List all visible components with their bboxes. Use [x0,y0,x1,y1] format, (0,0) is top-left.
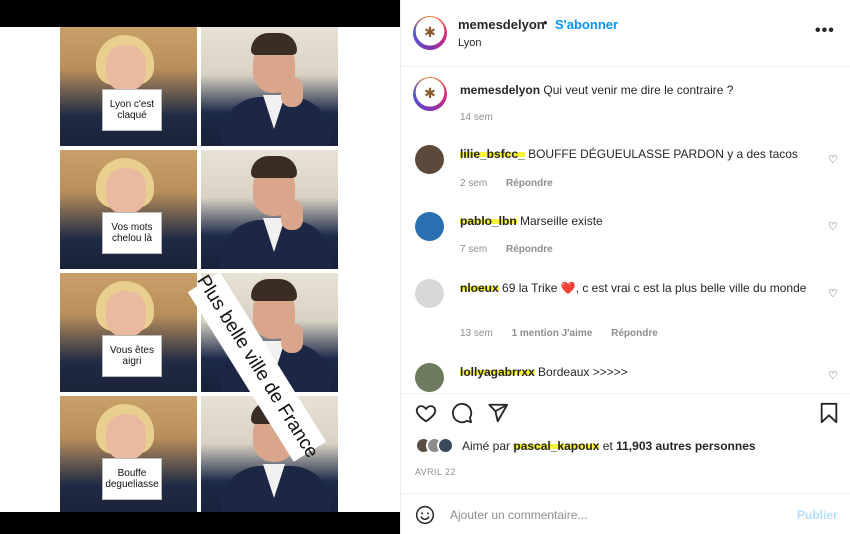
heart-icon[interactable] [415,402,437,424]
comment-username[interactable]: lilie_bsfcc_ [460,147,525,161]
comment-like-count[interactable]: 1 mention J'aime [512,328,593,339]
meme-sign: Vos mots chelou là [102,212,162,254]
comment-username[interactable]: pablo_lbn [460,214,517,228]
comment-avatar[interactable] [415,279,444,308]
meme-sign: Lyon c'est claqué [102,89,162,131]
avatar[interactable]: ✱ [413,77,447,111]
send-icon[interactable] [487,402,509,424]
comment-time: 7 sem [460,244,488,255]
meme-sign: Bouffe degueliasse [102,458,162,500]
reply-button[interactable]: Répondre [611,328,658,339]
post-media[interactable]: Lyon c'est claqué Vos mots chelou là Vou… [0,0,400,534]
post-date[interactable]: AVRIL 22 [415,467,456,477]
liked-by: Aimé par pascal_kapoux et 11,903 autres … [415,437,756,454]
post-location[interactable]: Lyon [458,37,481,49]
avatar-figure-icon: ✱ [424,24,436,41]
comment-time: 13 sem [460,328,493,339]
meme-panel-lepen: Bouffe degueliasse [60,396,197,515]
more-horizontal-icon[interactable]: ••• [815,22,835,40]
comment-input[interactable] [450,505,780,525]
post-header: ✱ memesdelyon • S'abonner Lyon ••• [401,0,850,67]
separator-dot: • [543,15,548,30]
caption-text: Qui veut venir me dire le contraire ? [543,83,734,97]
liker-avatar [437,437,454,454]
comment-time: 2 sem [460,178,488,189]
post-username[interactable]: memesdelyon [458,17,545,32]
comment-like-heart-icon[interactable]: ♡ [828,369,838,382]
meme-panel-lepen: Vous êtes aigri [60,273,197,392]
comment-avatar[interactable] [415,363,444,392]
meme-panel-macron [201,27,338,146]
avatar[interactable]: ✱ [413,16,447,50]
reply-button[interactable]: Répondre [506,244,553,255]
meme-image: Lyon c'est claqué Vos mots chelou là Vou… [60,27,338,515]
meme-sign: Vous êtes aigri [102,335,162,377]
post-viewer: Lyon c'est claqué Vos mots chelou là Vou… [0,0,850,534]
likes-count[interactable]: 11,903 autres personnes [616,439,755,453]
comment-like-heart-icon[interactable]: ♡ [828,153,838,166]
comment-text: Bordeaux >>>>> [538,365,628,379]
liked-prefix: Aimé par [462,438,511,453]
meme-panel-lepen: Vos mots chelou là [60,150,197,269]
emoji-icon[interactable] [415,505,435,525]
bookmark-icon[interactable] [818,402,840,424]
comment-username[interactable]: nloeux [460,281,499,295]
comment-username[interactable]: lollyagabrrxx [460,365,535,379]
caption-username[interactable]: memesdelyon [460,83,540,97]
liked-and: et [602,438,613,453]
media-letterbox-bottom [0,512,400,534]
post-side-panel: ✱ memesdelyon • S'abonner Lyon ••• ✱ mem… [400,0,850,534]
comment-like-heart-icon[interactable]: ♡ [828,220,838,233]
reply-button[interactable]: Répondre [506,178,553,189]
comment-item: lollyagabrrxx Bordeaux >>>>> ♡ [401,359,850,392]
meme-panel-lepen: Lyon c'est claqué [60,27,197,146]
meme-panel-macron [201,150,338,269]
avatar-figure-icon: ✱ [424,85,436,102]
publish-button[interactable]: Publier [797,508,838,522]
comment-icon[interactable] [451,402,473,424]
post-actions: Aimé par pascal_kapoux et 11,903 autres … [401,393,850,493]
comment-text: BOUFFE DÉGUEULASSE PARDON y a des tacos [528,147,798,161]
comment-text: 69 la Trike ❤️, c est vrai c est la plus… [502,281,807,295]
follow-button[interactable]: S'abonner [555,17,618,32]
comment-avatar[interactable] [415,145,444,174]
comment-text: Marseille existe [520,214,603,228]
caption-time: 14 sem [460,112,493,123]
media-letterbox-top [0,0,400,27]
liked-user[interactable]: pascal_kapoux [513,438,600,453]
comment-like-heart-icon[interactable]: ♡ [828,287,838,300]
comment-avatar[interactable] [415,212,444,241]
add-comment-bar: Publier [401,493,850,534]
